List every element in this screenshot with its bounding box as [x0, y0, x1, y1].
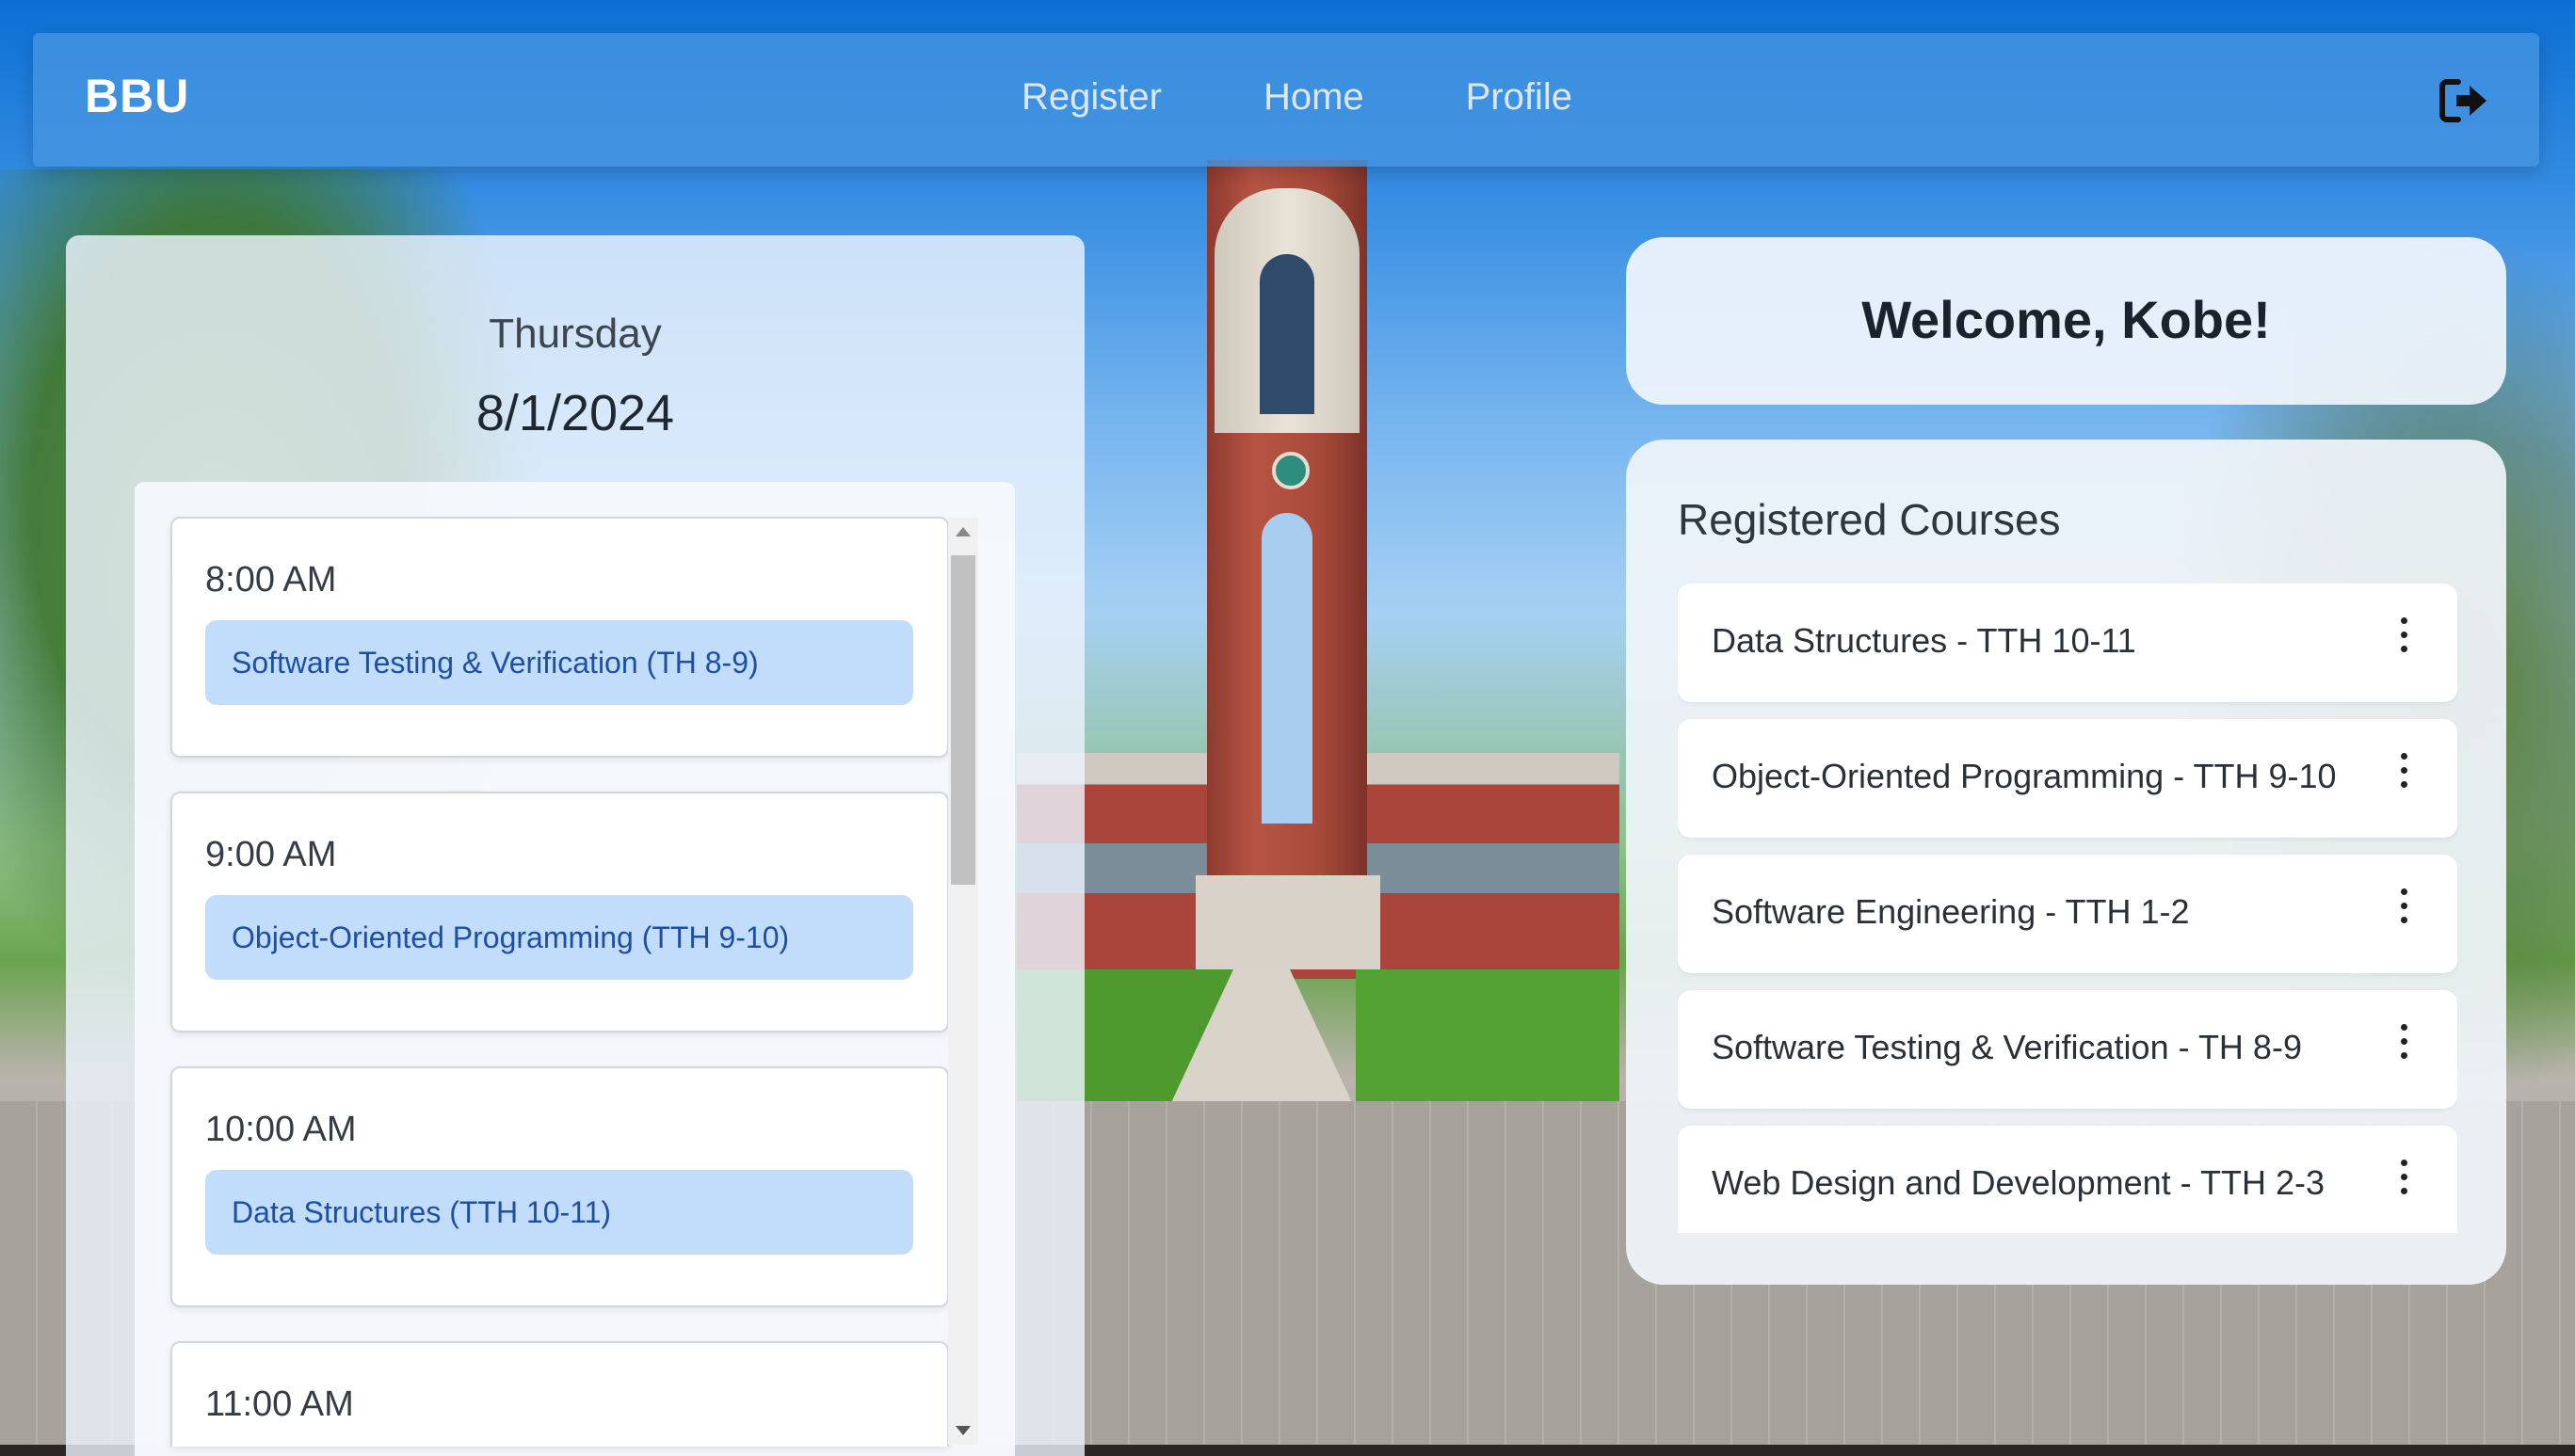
more-options-icon[interactable] — [2397, 1160, 2410, 1210]
scroll-up-arrow-icon[interactable] — [956, 527, 971, 536]
registered-courses-title: Registered Courses — [1678, 495, 2061, 544]
course-item[interactable]: Software Testing & Verification - TH 8-9 — [1678, 990, 2457, 1109]
nav-links: Register Home Profile — [1022, 76, 1572, 119]
logout-button[interactable] — [2436, 72, 2492, 129]
time-slot-0800: 8:00 AM Software Testing & Verification … — [170, 517, 949, 758]
course-name: Software Testing & Verification - TH 8-9 — [1712, 1028, 2302, 1066]
course-item[interactable]: Object-Oriented Programming - TTH 9-10 — [1678, 719, 2457, 838]
welcome-card: Welcome, Kobe! — [1626, 237, 2506, 405]
time-slot-1000: 10:00 AM Data Structures (TTH 10-11) — [170, 1066, 949, 1307]
slot-time: 9:00 AM — [205, 835, 337, 874]
background-bell-tower-opening — [1262, 513, 1312, 824]
nav-link-profile[interactable]: Profile — [1466, 76, 1572, 119]
course-name: Object-Oriented Programming - TTH 9-10 — [1712, 757, 2337, 795]
more-options-icon[interactable] — [2397, 753, 2410, 804]
course-item[interactable]: Data Structures - TTH 10-11 — [1678, 584, 2457, 702]
course-name: Data Structures - TTH 10-11 — [1712, 621, 2136, 660]
day-name: Thursday — [489, 311, 662, 357]
nav-link-register[interactable]: Register — [1022, 76, 1162, 119]
background-clock — [1272, 452, 1310, 489]
slot-time: 10:00 AM — [205, 1110, 357, 1149]
slot-course-chip[interactable]: Object-Oriented Programming (TTH 9-10) — [205, 895, 913, 980]
more-options-icon[interactable] — [2397, 888, 2410, 939]
registered-courses-card: Registered Courses Data Structures - TTH… — [1626, 440, 2506, 1285]
background-bell-tower-base — [1196, 875, 1380, 969]
slot-time: 8:00 AM — [205, 560, 337, 600]
registered-courses-list[interactable]: Data Structures - TTH 10-11 Object-Orien… — [1678, 584, 2457, 1233]
course-item[interactable]: Web Design and Development - TTH 2-3 — [1678, 1126, 2457, 1233]
schedule-scrollbar[interactable] — [948, 518, 978, 1445]
time-slot-0900: 9:00 AM Object-Oriented Programming (TTH… — [170, 792, 949, 1032]
course-item[interactable]: Software Engineering - TTH 1-2 — [1678, 855, 2457, 973]
time-slot-1100: 11:00 AM — [170, 1341, 949, 1447]
logout-icon — [2439, 79, 2486, 122]
scroll-thumb[interactable] — [951, 555, 975, 885]
nav-link-home[interactable]: Home — [1263, 76, 1364, 119]
slot-course-chip[interactable]: Data Structures (TTH 10-11) — [205, 1170, 913, 1255]
background-bell-tower-arch — [1260, 254, 1314, 414]
top-navbar: BBU Register Home Profile — [33, 33, 2539, 167]
schedule-date: 8/1/2024 — [475, 385, 675, 441]
app-window: BBU Register Home Profile Thursday 8/1/2… — [0, 0, 2575, 1456]
course-name: Software Engineering - TTH 1-2 — [1712, 892, 2190, 931]
scroll-down-arrow-icon[interactable] — [956, 1426, 971, 1435]
welcome-message: Welcome, Kobe! — [1861, 290, 2271, 349]
more-options-icon[interactable] — [2397, 1024, 2410, 1075]
slot-time: 11:00 AM — [205, 1384, 354, 1424]
slot-course-chip[interactable]: Software Testing & Verification (TH 8-9) — [205, 620, 913, 705]
brand-logo[interactable]: BBU — [85, 69, 189, 123]
course-name: Web Design and Development - TTH 2-3 — [1712, 1163, 2325, 1202]
more-options-icon[interactable] — [2397, 617, 2410, 668]
background-lawn-right — [1356, 969, 1619, 1101]
